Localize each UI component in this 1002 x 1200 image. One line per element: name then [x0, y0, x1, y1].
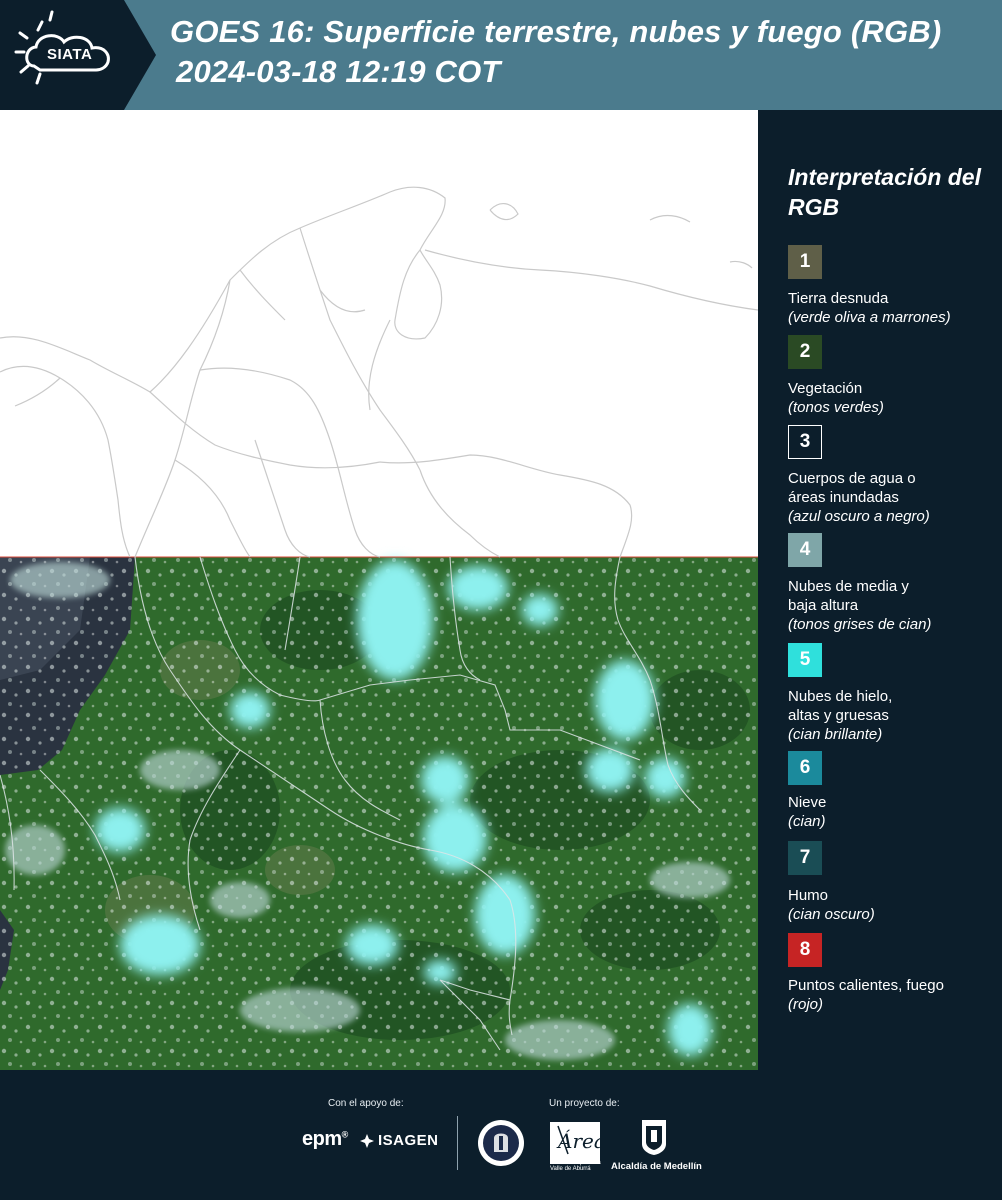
legend-swatch: 5: [788, 643, 822, 677]
epm-logo[interactable]: epm®: [302, 1128, 348, 1151]
legend-label: Vegetación: [788, 380, 863, 397]
siata-logo[interactable]: SIATA: [0, 0, 156, 110]
legend-label: Nubes de hielo, altas y gruesas: [788, 688, 893, 724]
legend-swatch: 2: [788, 335, 822, 369]
footer: Con el apoyo de: Un proyecto de: epm® IS…: [0, 1070, 1002, 1200]
legend-label: Cuerpos de agua o áreas inundadas: [788, 470, 916, 506]
footer-divider: [457, 1116, 458, 1170]
legend-title: Interpretación del RGB: [788, 164, 981, 220]
page-title: GOES 16: Superficie terrestre, nubes y f…: [170, 14, 942, 49]
legend-note: (rojo): [788, 996, 824, 1013]
legend-label: Nubes de media y baja altura: [788, 578, 909, 614]
legend-label: Humo: [788, 887, 829, 904]
legend-note: (tonos grises de cian): [788, 616, 932, 633]
area-metropolitana-name: Área Metropolitana Valle de Aburrá: [550, 1160, 601, 1172]
legend-swatch: 8: [788, 933, 822, 967]
support-label: Con el apoyo de:: [328, 1098, 404, 1109]
legend-label: Nieve: [788, 794, 827, 811]
legend-label: Tierra desnuda: [788, 290, 889, 307]
legend-swatch: 6: [788, 751, 822, 785]
legend-note: (cian brillante): [788, 726, 883, 743]
legend-note: (cian oscuro): [788, 906, 875, 923]
legend-label: Puntos calientes, fuego: [788, 977, 944, 994]
map-canvas: [0, 186, 758, 1070]
legend-note: (tonos verdes): [788, 399, 884, 416]
timestamp: 2024-03-18 12:19 COT: [176, 54, 501, 89]
project-label: Un proyecto de:: [549, 1098, 620, 1109]
border-lines: [0, 186, 758, 558]
satellite-map[interactable]: [0, 110, 758, 1070]
isagen-icon: [360, 1133, 374, 1148]
medellin-shield-icon[interactable]: [640, 1118, 668, 1156]
legend-note: (verde oliva a marrones): [788, 309, 951, 326]
legend-swatch: 3: [788, 425, 822, 459]
logo-text: SIATA: [47, 46, 93, 63]
isagen-logo[interactable]: ISAGEN: [359, 1132, 439, 1149]
legend-swatch: 4: [788, 533, 822, 567]
legend-note: (cian): [788, 813, 826, 830]
legend-panel: Interpretación del RGB 1 Tierra desnuda (…: [760, 110, 1002, 1070]
legend-swatch: 1: [788, 245, 822, 279]
header: SIATA GOES 16: Superficie terrestre, nub…: [0, 0, 1002, 110]
seal-icon[interactable]: [476, 1118, 526, 1168]
legend-note: (azul oscuro a negro): [788, 508, 930, 525]
medellin-name: Alcaldía de Medellín: [611, 1161, 702, 1172]
legend-swatch: 7: [788, 841, 822, 875]
